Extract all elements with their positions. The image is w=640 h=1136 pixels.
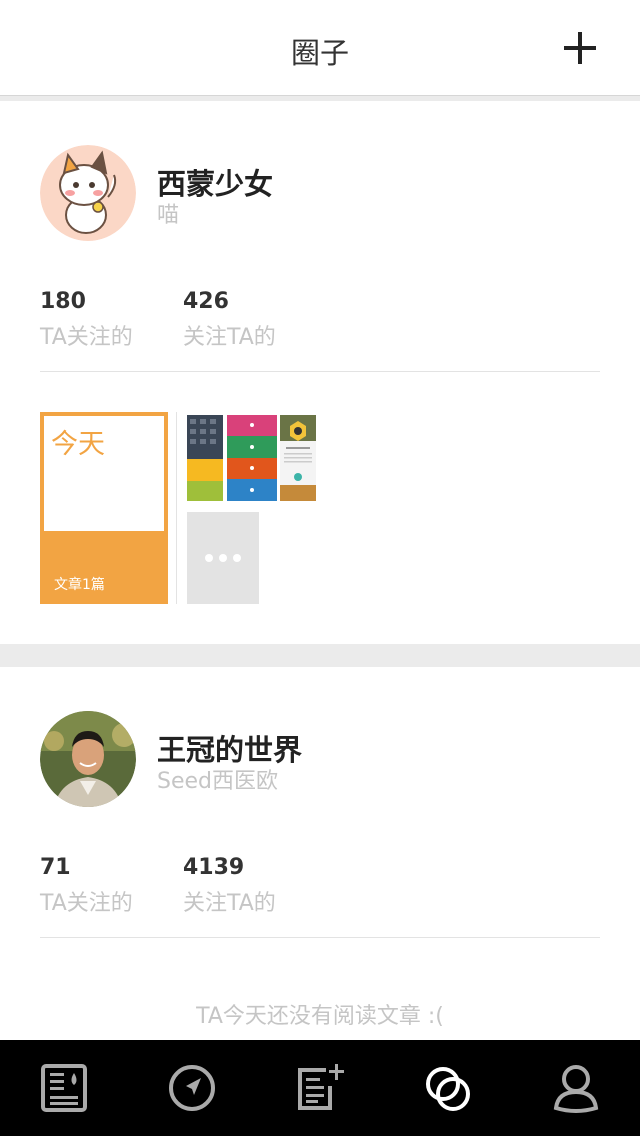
avatar[interactable] <box>40 711 136 807</box>
followers-count[interactable]: 4139 <box>183 855 244 880</box>
followers-count[interactable]: 426 <box>183 289 229 314</box>
tab-circles[interactable] <box>422 1062 474 1114</box>
thumbnail-image <box>227 415 277 501</box>
thumbnail-image <box>280 415 316 501</box>
vertical-divider <box>176 412 177 604</box>
divider <box>40 937 600 938</box>
write-icon <box>298 1064 344 1110</box>
empty-reading-note: TA今天还没有阅读文章 :( <box>196 1004 444 1029</box>
tab-articles[interactable] <box>38 1062 90 1114</box>
tab-explore[interactable] <box>166 1062 218 1114</box>
today-tile[interactable]: 今天 文章1篇 <box>40 412 168 604</box>
bottom-tab-bar <box>0 1040 640 1136</box>
person-avatar-image <box>40 711 136 807</box>
following-label[interactable]: TA关注的 <box>40 885 133 917</box>
page-title: 圈子 <box>290 36 349 70</box>
add-icon[interactable] <box>562 30 598 66</box>
divider <box>40 371 600 372</box>
followers-label[interactable]: 关注TA的 <box>183 885 276 917</box>
user-card: 西蒙少女 喵 180 TA关注的 426 关注TA的 今天 文章1篇 <box>0 101 640 644</box>
more-articles-button[interactable] <box>187 512 259 604</box>
circle-page: 圈子 西蒙少女 喵 180 TA关注的 426 关注TA的 今天 文章1篇 王冠… <box>0 0 640 1136</box>
user-subtitle: 喵 <box>157 203 180 228</box>
thumbnail-image <box>187 415 223 501</box>
tab-profile[interactable] <box>550 1062 602 1114</box>
article-count: 文章1篇 <box>54 577 105 593</box>
compass-icon <box>169 1065 215 1111</box>
followers-label[interactable]: 关注TA的 <box>183 319 276 351</box>
following-count[interactable]: 71 <box>40 855 71 880</box>
avatar[interactable] <box>40 145 136 241</box>
cat-avatar-image <box>40 145 136 241</box>
article-thumbnail[interactable] <box>280 415 316 501</box>
circles-icon <box>426 1067 470 1111</box>
article-icon <box>41 1064 87 1112</box>
more-dot <box>205 554 213 562</box>
more-dot <box>233 554 241 562</box>
nav-header: 圈子 <box>0 0 640 96</box>
following-count[interactable]: 180 <box>40 289 86 314</box>
article-thumbnail[interactable] <box>227 415 277 501</box>
today-label: 今天 <box>51 429 105 460</box>
user-card: 王冠的世界 Seed西医欧 71 TA关注的 4139 关注TA的 TA今天还没… <box>0 667 640 1040</box>
article-thumbnail[interactable] <box>187 415 223 501</box>
following-label[interactable]: TA关注的 <box>40 319 133 351</box>
user-subtitle: Seed西医欧 <box>157 769 279 794</box>
profile-icon <box>553 1065 599 1113</box>
more-dot <box>219 554 227 562</box>
tab-write[interactable] <box>292 1062 344 1114</box>
